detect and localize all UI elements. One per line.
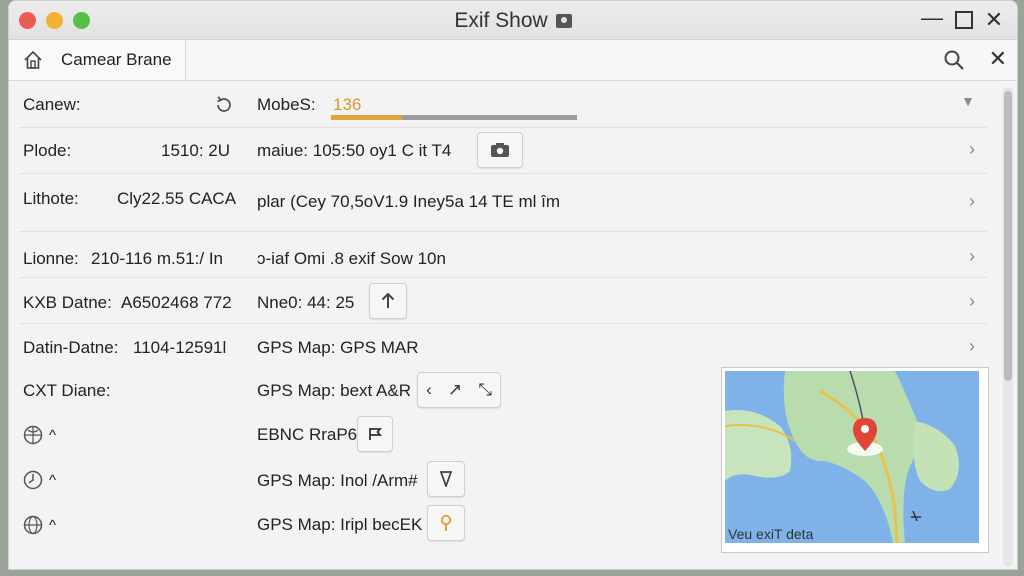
arrow-up-button[interactable]	[369, 283, 407, 319]
title-bar: Exif Show — ✕	[9, 1, 1017, 40]
refresh-icon[interactable]	[213, 94, 235, 116]
home-icon	[24, 50, 42, 69]
pen-icon[interactable]: ↗	[448, 380, 462, 400]
expand-caret[interactable]: ^	[49, 517, 56, 534]
value-mobes: 136	[333, 95, 362, 114]
map-canvas	[725, 371, 979, 543]
value-lionne: 210-116 m.51:/ In	[91, 249, 223, 268]
chevron-right-icon[interactable]: ›	[969, 246, 975, 267]
resize-icon[interactable]: ⤡	[478, 380, 492, 400]
label-mobes: MobeS:	[257, 95, 316, 114]
expand-caret[interactable]: ^	[49, 472, 56, 489]
row-divider	[19, 277, 987, 278]
pin-button[interactable]	[427, 461, 465, 497]
arrow-up-icon	[381, 293, 395, 308]
label-lithote: Lithote:	[23, 189, 79, 208]
row-gps-map-2: GPS Map: bext A&R	[257, 381, 412, 400]
pin-icon	[440, 471, 452, 487]
chevron-right-icon[interactable]: ›	[969, 139, 975, 160]
gps-map[interactable]: Veu exiT deta	[721, 367, 989, 553]
toolbar: Camear Brane ✕	[9, 40, 1017, 81]
exif-panel: Canew: Plode: 1510: 2U Lithote: Cly22.55…	[9, 81, 1017, 569]
row-exif-sow: ɔ-iaf Omi .8 exif Sow 10n	[257, 249, 446, 268]
row-divider	[19, 127, 987, 128]
row-gps-map-4: GPS Map: Iripl becEK	[257, 515, 423, 534]
label-lionne: Lionne:	[23, 249, 79, 268]
app-window: Exif Show — ✕ Camear Brane ✕ Canew: Plod…	[8, 0, 1018, 570]
value-lithote: Cly22.55 CACA	[117, 189, 237, 208]
value-datin-datne: 1104-12591l	[133, 338, 227, 357]
chevron-right-icon[interactable]: ›	[969, 336, 975, 357]
map-pin-icon	[440, 514, 452, 531]
camera-button[interactable]	[477, 132, 523, 168]
window-title-text: Exif Show	[454, 9, 548, 32]
value-plode: 1510: 2U	[161, 141, 230, 160]
dropdown-arrow-icon[interactable]: ▼	[961, 93, 975, 109]
window-title: Exif Show	[9, 9, 1017, 33]
globe-icon[interactable]	[22, 424, 44, 446]
map-pin-button[interactable]	[427, 505, 465, 541]
row-gps-map-1: GPS Map: GPS MAR	[257, 338, 419, 357]
chevron-right-icon[interactable]: ›	[969, 291, 975, 312]
maximize-button[interactable]	[951, 7, 977, 35]
chevron-right-icon[interactable]: ›	[969, 191, 975, 212]
flag-icon	[369, 428, 382, 440]
camera-icon	[555, 14, 572, 28]
search-icon[interactable]	[943, 49, 965, 71]
camera-icon	[491, 143, 509, 157]
row-divider	[19, 173, 987, 174]
row-divider	[19, 231, 987, 232]
row-plar: plar (Cey 70,5oV1.9 Iney5a 14 TE ml îm	[257, 192, 561, 211]
tab-camera-brane[interactable]: Camear Brane	[9, 40, 186, 80]
label-canew: Canew:	[23, 95, 81, 114]
row-nne: Nne0: 44: 25	[257, 293, 355, 312]
row-divider	[19, 323, 987, 324]
expand-caret[interactable]: ^	[49, 427, 56, 444]
globe-icon[interactable]	[22, 514, 44, 536]
progress-fill	[331, 115, 403, 120]
close-panel-button[interactable]: ✕	[989, 46, 1007, 72]
row-gps-map-3: GPS Map: Inol /Arm#	[257, 471, 418, 490]
label-cxt-diane: CXT Diane:	[23, 381, 111, 400]
progress-bar	[331, 115, 577, 120]
label-kxb-datne: KXB Datne:	[23, 293, 112, 312]
back-icon[interactable]: ‹	[426, 380, 432, 400]
row-ebnc: EBNC RraP6	[257, 425, 358, 444]
map-tools-group: ‹ ↗ ⤡	[417, 372, 501, 408]
clock-icon[interactable]	[22, 469, 44, 491]
close-window-button[interactable]: ✕	[981, 7, 1007, 33]
flag-button[interactable]	[357, 416, 393, 452]
map-caption: Veu exiT deta	[728, 526, 814, 542]
label-datin-datne: Datin-Datne:	[23, 338, 119, 357]
maximize-icon	[955, 11, 973, 29]
scrollbar[interactable]	[1003, 87, 1013, 567]
minimize-button[interactable]: —	[919, 5, 945, 31]
tab-label: Camear Brane	[61, 50, 172, 69]
scrollbar-thumb[interactable]	[1004, 91, 1012, 381]
row-maiue: maiue: 105:50 oy1 C it T4	[257, 141, 452, 160]
value-kxb-datne: A6502468 772	[121, 293, 232, 312]
label-plode: Plode:	[23, 141, 72, 160]
